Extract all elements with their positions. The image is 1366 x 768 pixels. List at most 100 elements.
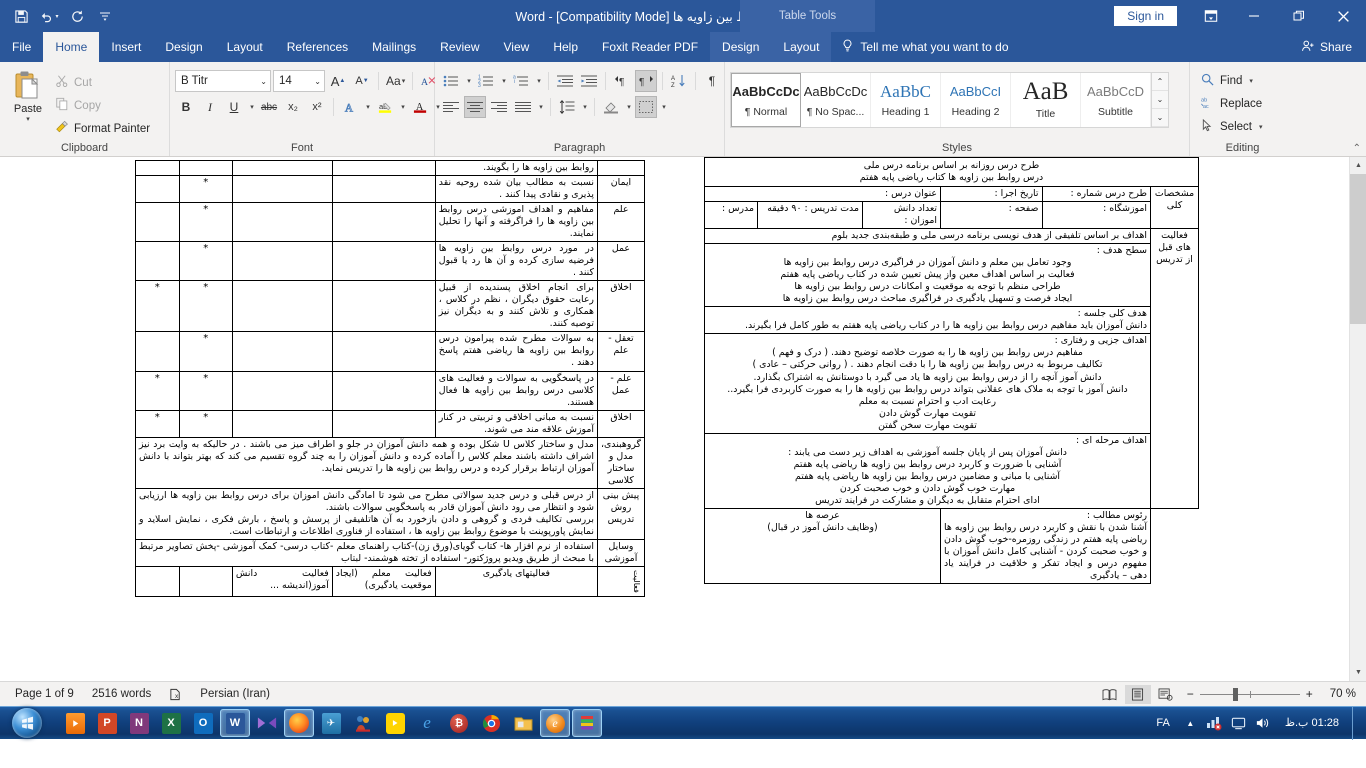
bullets-dropdown-icon[interactable]: ▾ [464,70,473,92]
highlight-color-icon[interactable]: ab [374,96,396,118]
bold-button[interactable]: B [175,96,197,118]
style-heading-2[interactable]: AaBbCcI Heading 2 [941,73,1011,127]
tab-references[interactable]: References [275,32,360,62]
grow-font-button[interactable]: A▲ [327,70,349,92]
sign-in-button[interactable]: Sign in [1114,6,1177,26]
outlook-icon[interactable]: O [188,709,218,737]
numbering-dropdown-icon[interactable]: ▾ [499,70,508,92]
shading-dropdown-icon[interactable]: ▾ [624,96,633,118]
mbit-icon[interactable] [348,709,378,737]
chrome-icon[interactable] [476,709,506,737]
tab-layout[interactable]: Layout [215,32,275,62]
increase-indent-icon[interactable] [578,70,600,92]
gallery-scroll-down-icon[interactable]: ⌄ [1152,91,1168,109]
winrar-icon[interactable] [572,709,602,737]
font-color-icon[interactable]: A [409,96,431,118]
zoom-thumb[interactable] [1233,688,1238,701]
font-name-combo[interactable]: B Titr ⌄ [175,70,271,92]
find-button[interactable]: Find ▾ [1195,69,1259,92]
zoom-in-button[interactable]: + [1306,687,1313,701]
page-indicator[interactable]: Page 1 of 9 [6,688,83,700]
numbering-icon[interactable]: 123 [475,70,497,92]
replace-button[interactable]: abac Replace [1195,92,1268,115]
share-button[interactable]: Share [1291,32,1366,62]
document-page[interactable]: طرح درس روزانه بر اساس برنامه درس ملی در… [0,157,1349,681]
tab-design[interactable]: Design [153,32,214,62]
firefox-icon[interactable] [284,709,314,737]
tab-home[interactable]: Home [43,32,99,62]
ribbon-display-options-icon[interactable] [1191,0,1231,32]
decrease-indent-icon[interactable] [554,70,576,92]
proofing-errors-icon[interactable]: x [160,688,191,701]
movie-maker-icon[interactable] [252,709,282,737]
word-count[interactable]: 2516 words [83,688,160,700]
network-disconnected-icon[interactable] [1205,713,1224,733]
close-icon[interactable] [1321,0,1366,32]
onenote-icon[interactable]: N [124,709,154,737]
show-hidden-icons-icon[interactable]: ▲ [1181,713,1200,733]
scrollbar-thumb[interactable] [1350,174,1366,324]
media-player-icon[interactable] [60,709,90,737]
tab-mailings[interactable]: Mailings [360,32,428,62]
underline-button[interactable]: U [223,96,245,118]
align-right-icon[interactable] [488,96,510,118]
language-indicator[interactable]: Persian (Iran) [191,688,279,700]
select-dropdown-icon[interactable]: ▾ [1259,123,1263,131]
superscript-button[interactable]: x² [306,96,328,118]
show-desktop-button[interactable] [1352,707,1362,740]
align-left-icon[interactable] [440,96,462,118]
highlight-dropdown-icon[interactable]: ▾ [398,96,407,118]
bullets-icon[interactable] [440,70,462,92]
lesson-plan-specs-table[interactable]: طرح درس روزانه بر اساس برنامه درس ملی در… [704,157,1199,584]
minimize-icon[interactable] [1231,0,1276,32]
borders-dropdown-icon[interactable]: ▾ [659,96,668,118]
styles-gallery[interactable]: AaBbCcDc ¶ Normal AaBbCcDc ¶ No Spac... … [730,72,1169,128]
restore-icon[interactable] [1276,0,1321,32]
scroll-down-icon[interactable]: ▼ [1350,664,1366,681]
text-effects-dropdown-icon[interactable]: ▾ [363,96,372,118]
subscript-button[interactable]: x₂ [282,96,304,118]
tab-view[interactable]: View [492,32,542,62]
show-formatting-marks-icon[interactable]: ¶ [701,70,723,92]
customize-qat-icon[interactable] [92,3,118,29]
find-dropdown-icon[interactable]: ▾ [1249,77,1253,85]
ltr-text-direction-icon[interactable]: ¶ [611,70,633,92]
rtl-text-direction-icon[interactable]: ¶ [635,70,657,92]
shrink-font-button[interactable]: A▼ [351,70,373,92]
tab-insert[interactable]: Insert [99,32,153,62]
collapse-ribbon-icon[interactable]: ⌃ [1353,143,1361,154]
vertical-scrollbar[interactable]: ▲ ▼ [1349,157,1366,681]
language-indicator[interactable]: FA [1150,717,1175,729]
internet-explorer-icon[interactable]: e [412,709,442,737]
text-effects-icon[interactable]: A [339,96,361,118]
styles-gallery-scroll[interactable]: ⌃ ⌄ ⌄ [1151,73,1168,127]
lesson-objectives-table[interactable]: روابط بین زاویه ها را بگویند. ایمان نسبت… [135,160,645,597]
excel-icon[interactable]: X [156,709,186,737]
bitcoin-wallet-icon[interactable]: ₿ [444,709,474,737]
cut-button[interactable]: Cut [51,72,154,93]
print-layout-icon[interactable] [1125,685,1151,704]
select-button[interactable]: Select ▾ [1195,115,1268,138]
italic-button[interactable]: I [199,96,221,118]
underline-dropdown-icon[interactable]: ▾ [247,96,256,118]
strikethrough-button[interactable]: abc [258,96,280,118]
undo-icon[interactable]: ▾ [36,3,62,29]
borders-icon[interactable] [635,96,657,118]
action-center-icon[interactable] [1229,713,1248,733]
clock[interactable]: 01:28 ب.ظ [1277,717,1347,729]
justify-icon[interactable] [512,96,534,118]
save-icon[interactable] [8,3,34,29]
style-no-spacing[interactable]: AaBbCcDc ¶ No Spac... [801,73,871,127]
tell-me-box[interactable]: Tell me what you want to do [831,32,1018,62]
tab-file[interactable]: File [0,32,43,62]
multilevel-dropdown-icon[interactable]: ▾ [534,70,543,92]
file-explorer-icon[interactable] [508,709,538,737]
volume-icon[interactable] [1253,713,1272,733]
edge-legacy-icon[interactable]: e [540,709,570,737]
web-layout-icon[interactable] [1153,685,1179,704]
style-normal[interactable]: AaBbCcDc ¶ Normal [731,73,801,127]
tab-table-design[interactable]: Design [710,32,771,62]
tab-help[interactable]: Help [541,32,590,62]
redo-icon[interactable] [64,3,90,29]
font-size-combo[interactable]: 14 ⌄ [273,70,325,92]
